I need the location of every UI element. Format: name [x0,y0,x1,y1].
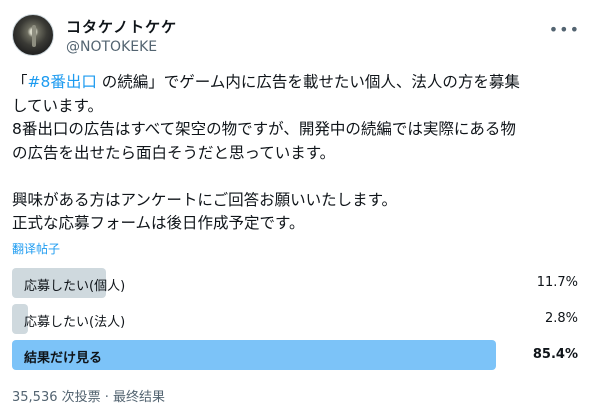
poll-option-percent: 11.7% [536,275,578,290]
avatar[interactable] [12,14,54,56]
tweet-text: 「#8番出口 の続編」でゲーム内に広告を載せたい個人、法人の方を募集 しています… [12,71,592,236]
tweet-line-6: 正式な応募フォームは後日作成予定です。 [12,214,305,232]
poll-option-label: 結果だけ見る [24,351,103,366]
avatar-image [32,25,36,47]
tweet-line-3: 8番出口の広告はすべて架空の物ですが、開発中の続編では実際にある物 [12,120,516,138]
poll-option-label: 応募したい(法人) [24,315,126,330]
tweet-line-5: 興味がある方はアンケートにご回答お願いいたします。 [12,190,398,209]
more-icon[interactable]: ••• [549,20,580,39]
translate-post-link[interactable]: 翻译帖子 [12,240,60,257]
meta-separator: · [104,390,109,405]
hashtag-link[interactable]: #8番出口 [28,73,97,91]
poll-option-individual: 応募したい(個人) 11.7% [12,268,584,298]
poll-option-results-only: 結果だけ見る 85.4% [12,340,584,370]
tweet-line-2: しています。 [12,96,103,115]
tweet-line-1: 「#8番出口 の続編」でゲーム内に広告を載せたい個人、法人の方を募集 [12,73,520,91]
poll-status: 最终结果 [113,390,166,405]
tweet-header: コタケノトケケ @NOTOKEKE ••• [10,10,586,60]
poll-meta: 35,536 次投票 · 最终结果 [12,386,165,405]
poll-option-label: 応募したい(個人) [24,279,126,294]
poll-option-percent: 2.8% [544,311,578,326]
display-name[interactable]: コタケノトケケ [66,16,177,37]
poll-option-corporate: 応募したい(法人) 2.8% [12,304,584,334]
user-handle[interactable]: @NOTOKEKE [66,39,157,55]
poll-option-percent: 85.4% [532,347,578,362]
vote-count: 35,536 次投票 [12,390,101,405]
poll: 応募したい(個人) 11.7% 応募したい(法人) 2.8% 結果だけ見る 85… [12,268,584,376]
tweet-line-4: の広告を出せたら面白そうだと思っています。 [12,143,336,162]
